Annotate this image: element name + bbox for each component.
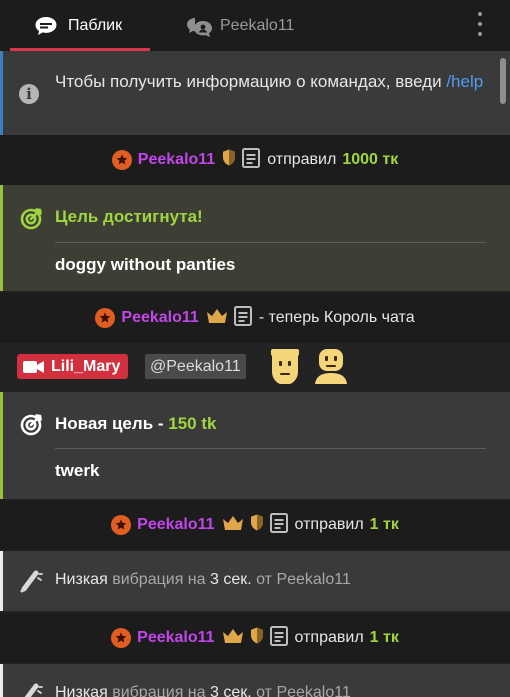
- help-link[interactable]: /help: [446, 72, 483, 91]
- tip-message: Peekalo11 отправил 1000 тк: [0, 135, 510, 185]
- tab-public-label: Паблик: [68, 16, 123, 34]
- goal-title: Новая цель - 150 tk: [55, 414, 217, 433]
- emoji-icon: [268, 348, 302, 385]
- chat-message: Lili_Mary @Peekalo11: [0, 343, 510, 390]
- tab-private[interactable]: Peekalo11: [150, 0, 310, 51]
- new-goal-message: Новая цель - 150 tk twerk: [0, 392, 510, 499]
- tip-action: отправил: [294, 516, 364, 533]
- goal-description: doggy without panties: [55, 255, 236, 274]
- goal-reached-message: Цель достигнута! doggy without panties: [0, 185, 510, 291]
- shield-icon: [222, 149, 236, 171]
- tip-amount: 1000 тк: [342, 151, 399, 168]
- tab-private-label: Peekalo11: [220, 16, 295, 34]
- tip-amount: 1 тк: [369, 516, 399, 533]
- vibration-text: Низкая вибрация на 3 сек. от Peekalo11: [55, 571, 351, 588]
- private-chat-icon: [186, 16, 212, 37]
- star-icon: [95, 308, 116, 328]
- username[interactable]: Peekalo11: [137, 629, 214, 647]
- goal-amount: 150 tk: [168, 414, 217, 433]
- camera-icon: [23, 360, 44, 373]
- divider: [55, 448, 486, 449]
- sender-name: Lili_Mary: [51, 357, 121, 375]
- vibration-message: Низкая вибрация на 3 сек. от Peekalo11: [0, 551, 510, 611]
- shield-icon: [250, 514, 264, 536]
- mention-tag[interactable]: @Peekalo11: [145, 354, 246, 379]
- info-text: Чтобы получить информацию о командах, вв…: [55, 72, 484, 91]
- vibration-text: Низкая вибрация на 3 сек. от Peekalo11: [55, 684, 351, 697]
- goal-description: twerk: [55, 461, 100, 480]
- tip-message: Peekalo11 отправил 1 тк: [0, 613, 510, 663]
- chat-bubble-icon: [34, 16, 58, 36]
- toy-icon: [19, 682, 43, 697]
- tip-amount: 1 тк: [369, 629, 399, 646]
- more-menu-icon[interactable]: [472, 10, 488, 38]
- target-icon: [20, 206, 44, 230]
- model-name-tag[interactable]: Lili_Mary: [17, 354, 129, 379]
- tip-action: отправил: [267, 151, 337, 168]
- scrollbar-thumb[interactable]: [500, 58, 506, 104]
- star-icon: [111, 515, 132, 535]
- username[interactable]: Peekalo11: [138, 151, 215, 169]
- tip-action: отправил: [294, 629, 364, 646]
- goal-title: Цель достигнута!: [55, 207, 203, 226]
- tip-message: Peekalo11 отправил 1 тк: [0, 500, 510, 550]
- profile-card-icon: [269, 625, 288, 651]
- chat-tabs: Паблик Peekalo11: [0, 0, 510, 51]
- toy-icon: [19, 569, 43, 593]
- star-icon: [111, 628, 132, 648]
- profile-card-icon: [269, 512, 288, 538]
- target-icon: [20, 412, 44, 436]
- vibration-message: Низкая вибрация на 3 сек. от Peekalo11: [0, 664, 510, 697]
- king-text: - теперь Король чата: [258, 309, 415, 326]
- star-icon: [111, 150, 132, 170]
- king-message: Peekalo11 - теперь Король чата: [0, 293, 510, 343]
- info-message: i Чтобы получить информацию о командах, …: [0, 51, 510, 135]
- crown-icon: [222, 628, 244, 649]
- info-icon: i: [19, 84, 39, 104]
- crown-icon: [206, 308, 228, 329]
- divider: [55, 242, 486, 243]
- profile-card-icon: [242, 147, 261, 173]
- username[interactable]: Peekalo11: [121, 309, 198, 327]
- emoji-icon: [314, 348, 348, 384]
- shield-icon: [250, 627, 264, 649]
- username[interactable]: Peekalo11: [137, 516, 214, 534]
- crown-icon: [222, 515, 244, 536]
- tab-public[interactable]: Паблик: [0, 0, 150, 51]
- profile-card-icon: [233, 305, 252, 331]
